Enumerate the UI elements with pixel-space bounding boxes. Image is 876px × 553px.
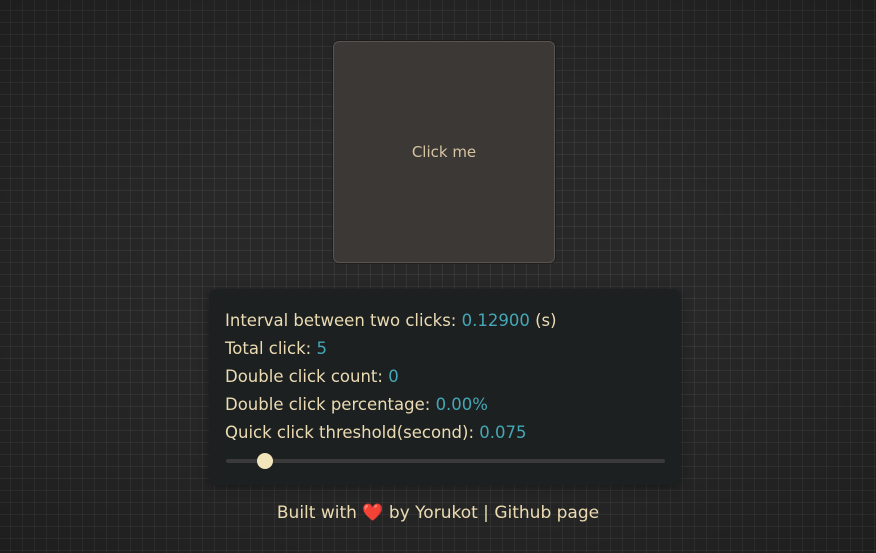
footer: Built with ❤️ by Yorukot | Github page (0, 503, 876, 523)
click-me-label: Click me (411, 143, 477, 161)
heart-icon: ❤️ (362, 503, 384, 523)
click-me-button[interactable]: Click me (333, 41, 555, 263)
interval-label: Interval between two clicks: (225, 311, 462, 330)
double-click-count-value: 0 (388, 367, 399, 386)
footer-by: by (383, 503, 416, 523)
double-click-percentage-value: 0.00% (435, 395, 488, 414)
double-click-percentage-stat: Double click percentage: 0.00% (225, 391, 665, 419)
double-click-percentage-label: Double click percentage: (225, 395, 436, 414)
total-click-value: 5 (316, 339, 327, 358)
interval-value: 0.12900 (461, 311, 530, 330)
footer-separator: | (477, 503, 495, 523)
threshold-label: Quick click threshold(second): (225, 423, 480, 442)
interval-stat: Interval between two clicks: 0.12900 (s) (225, 307, 665, 335)
threshold-value: 0.075 (479, 423, 527, 442)
total-click-stat: Total click: 5 (225, 335, 665, 363)
double-click-count-stat: Double click count: 0 (225, 363, 665, 391)
double-click-count-label: Double click count: (225, 367, 389, 386)
github-page-link[interactable]: Github page (494, 503, 599, 523)
footer-prefix: Built with (276, 503, 363, 523)
interval-unit: (s) (529, 311, 557, 330)
slider-track[interactable] (226, 459, 665, 463)
total-click-label: Total click: (225, 339, 317, 358)
threshold-slider[interactable] (226, 453, 665, 469)
slider-thumb[interactable] (257, 453, 274, 469)
stats-panel: Interval between two clicks: 0.12900 (s)… (209, 289, 681, 485)
threshold-stat: Quick click threshold(second): 0.075 (225, 419, 665, 447)
author-link[interactable]: Yorukot (415, 503, 478, 523)
